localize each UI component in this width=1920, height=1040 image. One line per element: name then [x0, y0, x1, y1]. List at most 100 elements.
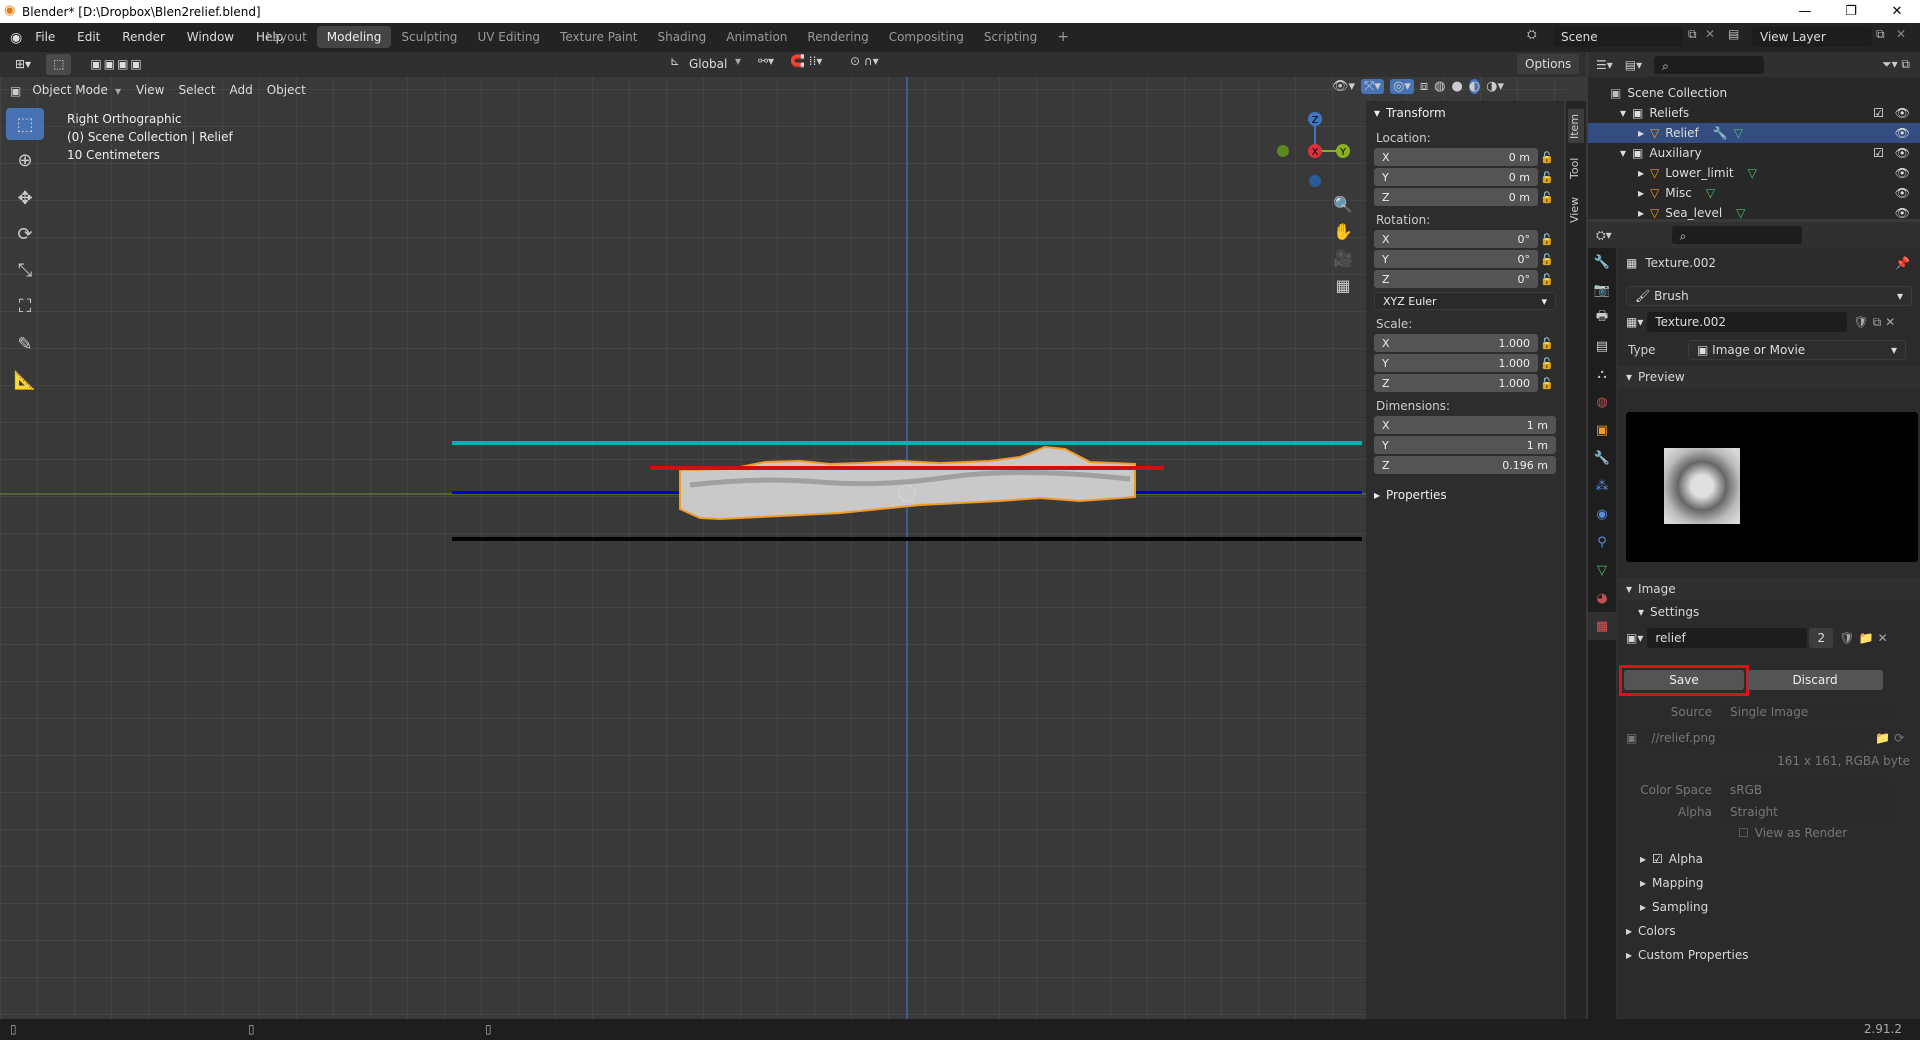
- overlay-toggle-icon[interactable]: ◎▾: [1389, 79, 1414, 94]
- view-as-render-checkbox[interactable]: ☐: [1738, 826, 1749, 840]
- transform-tool-icon[interactable]: ⛶: [6, 290, 44, 322]
- rotation-z-field[interactable]: Z 0°: [1374, 270, 1538, 288]
- tab-uv-editing[interactable]: UV Editing: [467, 26, 550, 48]
- measure-tool-icon[interactable]: 📐: [6, 364, 44, 396]
- dimensions-x-field[interactable]: X1 m: [1374, 416, 1556, 434]
- filter-icon[interactable]: ⏷▾ ⧉: [1882, 57, 1910, 72]
- view-layer-field[interactable]: View Layer: [1752, 27, 1872, 47]
- properties-header[interactable]: ▸ Properties: [1366, 483, 1564, 507]
- world-tab-icon[interactable]: ◍: [1588, 388, 1616, 416]
- outliner-row[interactable]: ▸ ▽ Sea_level ▽ 👁: [1588, 203, 1920, 223]
- sampling-subpanel[interactable]: ▸ Sampling: [1618, 900, 1920, 914]
- minimize-button[interactable]: —: [1782, 0, 1828, 23]
- scene-tab-icon[interactable]: ⛬: [1588, 360, 1616, 388]
- cursor-tool-icon[interactable]: ⊕: [6, 144, 44, 176]
- duplicate-icon[interactable]: ⧉: [1873, 315, 1882, 330]
- tab-tool[interactable]: Tool: [1568, 153, 1584, 183]
- pack-icon[interactable]: ▣: [1626, 731, 1637, 745]
- tab-shading[interactable]: Shading: [647, 26, 716, 48]
- render-tab-icon[interactable]: 📷: [1588, 276, 1616, 304]
- lock-icon[interactable]: 🔓: [1538, 191, 1556, 204]
- view-layer-icon[interactable]: ▤: [1728, 27, 1739, 41]
- tab-view[interactable]: View: [1568, 193, 1584, 227]
- data-tab-icon[interactable]: ▽: [1588, 556, 1616, 584]
- tab-sculpting[interactable]: Sculpting: [391, 26, 467, 48]
- editor-type-icon[interactable]: ⊞▾: [8, 54, 38, 75]
- lock-icon[interactable]: 🔓: [1538, 253, 1556, 266]
- menu-object[interactable]: Object: [260, 80, 313, 101]
- selection-mode-icons[interactable]: ▣▣▣▣: [83, 54, 150, 75]
- maximize-button[interactable]: ❐: [1828, 0, 1874, 23]
- properties-search-input[interactable]: ⌕: [1671, 226, 1802, 244]
- transform-header[interactable]: ▾ Transform: [1366, 101, 1564, 125]
- scale-z-field[interactable]: Z 1.000: [1374, 374, 1538, 392]
- pin-icon[interactable]: 📌: [1895, 256, 1910, 270]
- lock-icon[interactable]: 🔓: [1538, 357, 1556, 370]
- unlink-icon[interactable]: ✕: [1878, 631, 1888, 645]
- open-file-icon[interactable]: 📁: [1859, 631, 1874, 645]
- rotation-x-field[interactable]: X 0°: [1374, 230, 1538, 248]
- fake-user-icon[interactable]: 🛡: [1839, 631, 1854, 645]
- xray-icon[interactable]: ⧈: [1420, 79, 1428, 94]
- new-view-layer-icon[interactable]: ⧉: [1876, 27, 1885, 42]
- zoom-icon[interactable]: 🔍: [1330, 195, 1356, 214]
- lock-icon[interactable]: 🔓: [1538, 151, 1556, 164]
- outliner-row[interactable]: ▾ ▣ Reliefs ☑ 👁: [1588, 103, 1920, 123]
- pan-hand-icon[interactable]: ✋: [1330, 222, 1356, 241]
- rendered-shading-icon[interactable]: ◑▾: [1486, 79, 1504, 94]
- menu-window[interactable]: Window: [178, 23, 243, 52]
- settings-subpanel-header[interactable]: ▾ Settings: [1618, 602, 1920, 622]
- outliner-search-input[interactable]: ⌕: [1654, 55, 1765, 74]
- tab-item[interactable]: Item: [1568, 109, 1584, 143]
- rotation-mode-dropdown[interactable]: XYZ Euler ▾: [1374, 292, 1556, 310]
- tool-tab-icon[interactable]: 🔧: [1588, 248, 1616, 276]
- pivot-icon[interactable]: ⚯▾: [758, 54, 774, 68]
- texture-browse-icon[interactable]: ▦▾: [1626, 315, 1643, 329]
- mapping-subpanel[interactable]: ▸ Mapping: [1618, 876, 1920, 890]
- proportional-edit-icon[interactable]: ⊙ ∩▾: [850, 54, 879, 68]
- menu-edit[interactable]: Edit: [68, 23, 109, 52]
- rotate-tool-icon[interactable]: ⟳: [6, 218, 44, 250]
- tab-texture-paint[interactable]: Texture Paint: [550, 26, 647, 48]
- close-window-button[interactable]: ✕: [1874, 0, 1920, 23]
- outliner-row[interactable]: ▸ ▽ Misc ▽ 👁: [1588, 183, 1920, 203]
- lock-icon[interactable]: 🔓: [1538, 171, 1556, 184]
- orientation-dropdown[interactable]: Global: [682, 54, 734, 75]
- context-dropdown[interactable]: 🖌 Brush ▾: [1626, 286, 1912, 306]
- texture-tab-icon[interactable]: ▦: [1588, 612, 1616, 640]
- object-tab-icon[interactable]: ▣: [1588, 416, 1616, 444]
- display-mode-icon[interactable]: ▤▾: [1625, 58, 1642, 72]
- alpha-mode-dropdown[interactable]: Straight: [1722, 802, 1892, 822]
- texture-datablock-field[interactable]: Texture.002: [1647, 312, 1848, 332]
- navigation-gizmo[interactable]: Z Y X: [1272, 108, 1362, 198]
- editor-type-icon[interactable]: ☰▾: [1596, 58, 1613, 72]
- menu-render[interactable]: Render: [113, 23, 174, 52]
- preview-panel-header[interactable]: ▾ Preview: [1618, 366, 1920, 388]
- menu-file[interactable]: File: [26, 23, 64, 52]
- lock-icon[interactable]: 🔓: [1538, 233, 1556, 246]
- outliner-row[interactable]: ▾ ▣ Auxiliary ☑ 👁: [1588, 143, 1920, 163]
- scale-x-field[interactable]: X 1.000: [1374, 334, 1538, 352]
- wireframe-shading-icon[interactable]: ◍: [1434, 79, 1445, 94]
- reload-icon[interactable]: ⟳: [1894, 731, 1904, 745]
- fake-user-icon[interactable]: 🛡: [1853, 315, 1868, 329]
- tab-animation[interactable]: Animation: [716, 26, 797, 48]
- image-browse-icon[interactable]: ▣▾: [1626, 631, 1643, 645]
- tab-scripting[interactable]: Scripting: [974, 26, 1047, 48]
- snap-icon[interactable]: 🧲 ⁞⁞▾: [790, 54, 822, 68]
- tab-rendering[interactable]: Rendering: [797, 26, 878, 48]
- colors-panel[interactable]: ▸ Colors: [1618, 924, 1920, 938]
- remove-view-layer-icon[interactable]: ✕: [1896, 27, 1906, 41]
- view-layer-tab-icon[interactable]: ▤: [1588, 332, 1616, 360]
- gizmo-toggle-icon[interactable]: ⤧▾: [1361, 79, 1384, 94]
- add-workspace-icon[interactable]: +: [1047, 26, 1079, 48]
- output-tab-icon[interactable]: 🖶: [1588, 304, 1616, 332]
- colorspace-dropdown[interactable]: sRGB: [1722, 780, 1892, 800]
- select-box-tool-icon[interactable]: ⬚: [6, 108, 44, 140]
- blender-menu-icon[interactable]: ◉: [10, 30, 22, 46]
- material-shading-icon[interactable]: ◐: [1468, 79, 1481, 94]
- image-datablock-field[interactable]: relief: [1647, 628, 1808, 648]
- filepath-field[interactable]: //relief.png: [1643, 728, 1870, 748]
- tab-layout[interactable]: Layout: [256, 26, 317, 48]
- solid-shading-icon[interactable]: ●: [1451, 79, 1462, 94]
